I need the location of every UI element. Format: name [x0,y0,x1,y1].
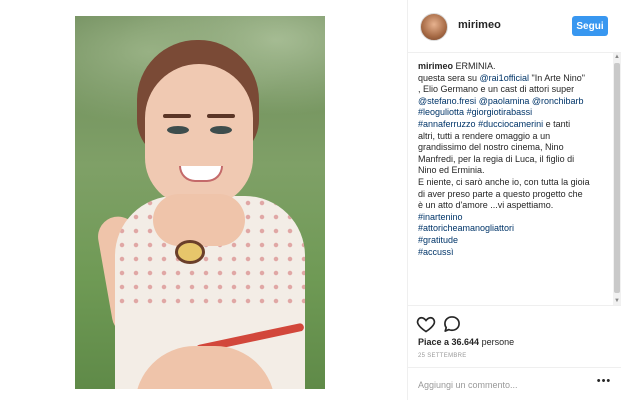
photo-right-eye [210,126,232,134]
caption-line: , Elio Germano e un cast di attori super [418,84,606,96]
likes-count[interactable]: Piace a 36.644 persone [418,337,514,347]
caption-line: #annaferruzzo #ducciocamerini e tanti [418,119,606,131]
caption-text: Nino ed Erminia. [418,165,485,176]
hashtag-link[interactable]: #inartenino [418,212,463,222]
caption-line: #inartenino [418,212,606,224]
caption-line: è un atto d'amore ...vi aspettiamo. [418,200,606,212]
follow-button[interactable]: Segui [572,16,608,36]
instagram-post: mirimeo Segui mirimeo ERMINIA. questa ser… [0,0,621,400]
caption-text: Manfredi, per la regia di Luca, il figli… [418,153,575,164]
more-options-icon[interactable]: ••• [594,376,614,392]
caption-author[interactable]: mirimeo [418,61,456,71]
scroll-thumb[interactable] [614,63,620,293]
hashtag-link[interactable]: #ducciocamerini [478,119,543,129]
caption-line: questa sera su @rai1official "In Arte Ni… [418,73,606,85]
photo-face [145,64,253,206]
scroll-down-arrow-icon[interactable]: ▼ [613,297,621,305]
caption-area: mirimeo ERMINIA. questa sera su @rai1offi… [408,53,614,305]
caption-line: Manfredi, per la regia di Luca, il figli… [418,154,606,166]
post-actions: Piace a 36.644 persone 25 SETTEMBRE [408,305,621,368]
caption-line: di aver preso parte a questo progetto ch… [418,189,606,201]
caption-text: e tanti [543,118,571,129]
photo-left-brow [163,114,191,118]
post-photo[interactable] [75,16,325,389]
mention-link[interactable]: @ronchibarb [532,96,584,106]
caption-line: @stefano.fresi @paolamina @ronchibarb [418,96,606,108]
header-username[interactable]: mirimeo [458,19,501,31]
caption-text: è un atto d'amore ...vi aspettiamo. [418,200,554,211]
post-caption: mirimeo ERMINIA. questa sera su @rai1offi… [418,61,606,258]
mention-link[interactable]: @stefano.fresi [418,96,476,106]
photo-hands [153,194,245,246]
hashtag-link[interactable]: #leoguliotta [418,107,464,117]
mention-link[interactable]: @paolamina [479,96,530,106]
photo-right-brow [207,114,235,118]
hashtag-link[interactable]: #gratitude [418,235,458,245]
likes-suffix: persone [479,337,515,347]
hashtag-link[interactable]: #annaferruzzo [418,119,476,129]
comment-box: ••• [408,367,621,401]
photo-left-eye [167,126,189,134]
caption-line: E niente, ci sarò anche io, con tutta la… [418,177,606,189]
caption-text: "In Arte Nino" [529,72,585,83]
photo-wristwatch [175,240,205,264]
caption-text: di aver preso parte a questo progetto ch… [418,188,583,199]
caption-line: #gratitude [418,235,606,247]
post-date[interactable]: 25 SETTEMBRE [418,353,467,359]
hashtag-link[interactable]: #attoricheamanogliattori [418,223,514,233]
caption-line: #accussì [418,247,606,259]
caption-text: grandissimo del nostro cinema, Nino [418,142,564,153]
caption-scrollbar[interactable]: ▲ ▼ [613,53,621,305]
comment-input[interactable] [416,375,590,395]
caption-text: , Elio Germano e un cast di attori super [418,84,575,95]
caption-line: #attoricheamanogliattori [418,223,606,235]
mention-link[interactable]: @rai1official [480,73,530,83]
post-header: mirimeo Segui [408,0,621,53]
caption-text: ERMINIA. [455,61,496,71]
caption-text: altri, tutti a rendere omaggio a un [418,130,551,141]
caption-line: Nino ed Erminia. [418,165,606,177]
caption-text: E niente, ci sarò anche io, con tutta la… [418,176,590,187]
caption-line: altri, tutti a rendere omaggio a un [418,131,606,143]
caption-line: #leoguliotta #giorgiotirabassi [418,107,606,119]
likes-count-text: Piace a 36.644 [418,337,480,347]
caption-line: mirimeo ERMINIA. [418,61,606,73]
heart-icon[interactable] [416,314,436,334]
caption-line: grandissimo del nostro cinema, Nino [418,142,606,154]
post-side-panel: mirimeo Segui mirimeo ERMINIA. questa ser… [407,0,621,400]
hashtag-link[interactable]: #accussì [418,247,454,257]
caption-text: questa sera su [418,72,480,83]
user-avatar[interactable] [420,13,448,41]
photo-panel [0,0,407,400]
hashtag-link[interactable]: #giorgiotirabassi [467,107,533,117]
scroll-up-arrow-icon[interactable]: ▲ [613,53,621,61]
comment-bubble-icon[interactable] [442,314,462,334]
